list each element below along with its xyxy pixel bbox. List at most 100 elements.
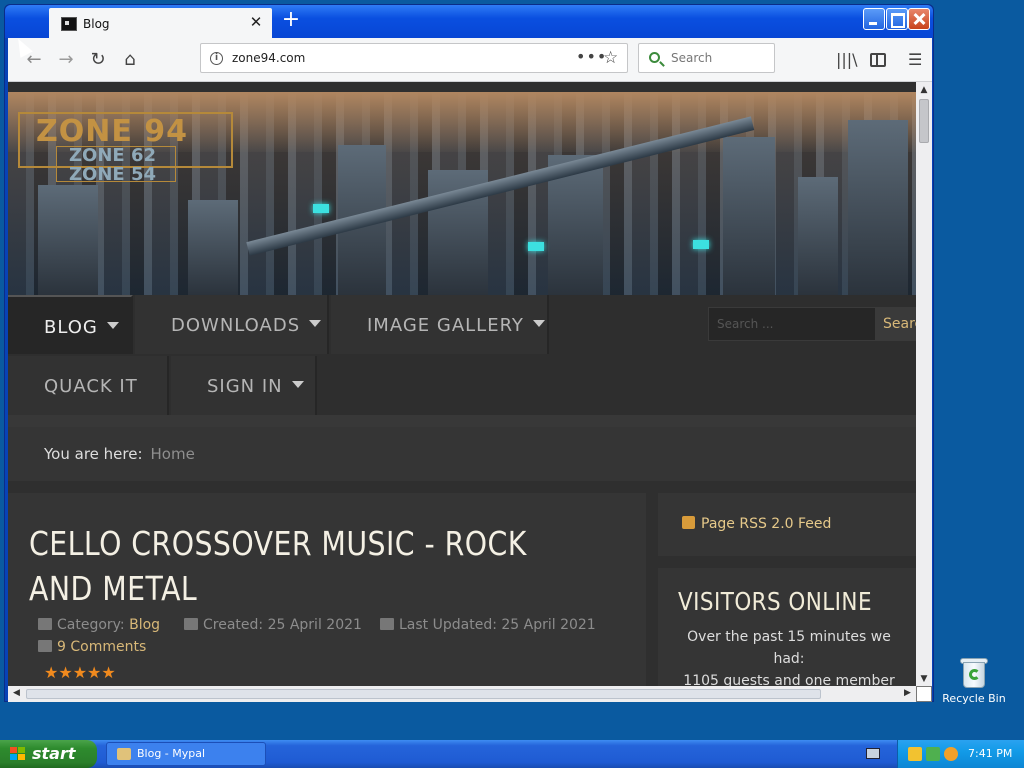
browser-window: Blog ✕ + ← → ↻ ⌂ i zone94.com ••• ☆ Sear…	[4, 4, 934, 702]
reload-button[interactable]: ↻	[86, 48, 110, 72]
rating-stars-icon[interactable]: ★★★★★	[44, 663, 116, 682]
scroll-right-icon[interactable]: ▶	[904, 688, 911, 698]
start-label: start	[32, 744, 76, 763]
nav-item-quack-it[interactable]: QUACK IT	[8, 356, 169, 415]
vertical-scroll-thumb[interactable]	[919, 99, 929, 143]
system-tray: 7:41 PM	[897, 740, 1024, 768]
start-button[interactable]: start	[0, 740, 97, 768]
visitors-line-1: Over the past 15 minutes we had:	[687, 629, 891, 667]
updated-date: Last Updated: 25 April 2021	[399, 617, 596, 633]
recycle-bin-label: Recycle Bin	[942, 692, 1006, 705]
created-date: Created: 25 April 2021	[203, 617, 362, 633]
home-button[interactable]: ⌂	[118, 48, 142, 72]
search-icon	[649, 52, 660, 63]
browser-toolbar: ← → ↻ ⌂ i zone94.com ••• ☆ Search |||\ ☰	[8, 38, 932, 82]
url-text[interactable]: zone94.com	[232, 51, 305, 65]
site-favicon-icon	[61, 17, 77, 31]
forward-button[interactable]: →	[54, 48, 78, 72]
close-window-button[interactable]	[908, 8, 930, 30]
breadcrumb-home: Home	[150, 445, 195, 463]
visitors-title: VISITORS ONLINE	[678, 587, 872, 616]
tab-title: Blog	[83, 17, 110, 31]
breadcrumb-label: You are here:	[44, 445, 143, 463]
article-category: Category: Blog	[38, 617, 160, 633]
search-tray-icon[interactable]	[944, 747, 958, 761]
sidebar-icon[interactable]	[870, 53, 886, 67]
comments-link[interactable]: 9 Comments	[57, 639, 146, 655]
category-link[interactable]: Blog	[129, 617, 160, 633]
security-shield-icon[interactable]	[908, 747, 922, 761]
article: CELLO CROSSOVER MUSIC - ROCK AND METAL C…	[8, 493, 646, 686]
scroll-up-icon[interactable]: ▲	[919, 85, 929, 95]
divider	[8, 415, 916, 427]
article-comments: 9 Comments	[38, 639, 146, 655]
visitors-module: VISITORS ONLINE Over the past 15 minutes…	[658, 568, 916, 686]
logo-main-text: ZONE 94	[36, 114, 189, 149]
caret-down-icon	[309, 320, 322, 327]
visitors-line-2: 1105 guests and one member	[683, 673, 895, 686]
nav-label-downloads: DOWNLOADS	[171, 315, 301, 336]
rss-module: Page RSS 2.0 Feed	[658, 493, 916, 556]
task-label: Blog - Mypal	[137, 747, 206, 760]
logo-sub-text-1: ZONE 62	[69, 145, 157, 166]
tab-close-icon[interactable]: ✕	[248, 14, 264, 30]
mypal-icon	[117, 748, 131, 760]
rss-label: Page RSS 2.0 Feed	[701, 516, 832, 532]
scrollbar-corner	[916, 686, 932, 702]
recycle-bin-icon	[960, 656, 988, 688]
site-search-input[interactable]: Search ...	[708, 307, 876, 341]
page-content: ZONE 94 ZONE 62 ZONE 54 BLOG DOWNLOADS I…	[8, 82, 916, 686]
windows-logo-icon	[10, 747, 26, 761]
minimize-button[interactable]	[863, 8, 885, 30]
browser-search-input[interactable]: Search	[638, 43, 775, 73]
bookmark-star-icon[interactable]: ☆	[603, 48, 618, 68]
caret-down-icon	[106, 322, 119, 329]
caret-down-icon	[532, 320, 545, 327]
caret-down-icon	[291, 381, 304, 388]
site-info-icon[interactable]: i	[210, 52, 223, 65]
site-nav: BLOG DOWNLOADS IMAGE GALLERY QUACK IT SI…	[8, 295, 916, 415]
address-bar[interactable]: i zone94.com ••• ☆	[200, 43, 628, 73]
article-created: Created: 25 April 2021	[184, 617, 362, 633]
breadcrumb: You are here: Home	[8, 427, 916, 481]
maximize-button[interactable]	[886, 8, 908, 30]
nav-label-quack-it: QUACK IT	[44, 376, 138, 397]
visitors-text: Over the past 15 minutes we had: 1105 gu…	[672, 626, 906, 686]
title-bar[interactable]: Blog ✕ +	[5, 5, 933, 39]
category-label: Category:	[57, 617, 125, 633]
library-icon[interactable]: |||\	[836, 50, 858, 69]
article-title[interactable]: CELLO CROSSOVER MUSIC - ROCK AND METAL	[29, 521, 528, 611]
logo-sub-text-2: ZONE 54	[69, 164, 157, 185]
scroll-down-icon[interactable]: ▼	[919, 674, 929, 684]
vertical-scrollbar[interactable]: ▲ ▼	[916, 82, 932, 687]
nav-item-sign-in[interactable]: SIGN IN	[171, 356, 317, 415]
scroll-left-icon[interactable]: ◀	[13, 688, 20, 698]
nav-item-downloads[interactable]: DOWNLOADS	[135, 295, 329, 354]
nav-item-blog[interactable]: BLOG	[8, 295, 133, 354]
comment-icon	[38, 640, 52, 652]
horizontal-scrollbar[interactable]: ◀ ▶	[8, 686, 916, 702]
nav-label-sign-in: SIGN IN	[207, 376, 283, 397]
site-search-button[interactable]: Search	[876, 307, 916, 341]
nav-label-image-gallery: IMAGE GALLERY	[367, 315, 524, 336]
tab-blog[interactable]: Blog ✕	[49, 8, 272, 39]
folder-icon	[38, 618, 52, 630]
site-search-placeholder: Search ...	[717, 317, 774, 331]
calendar-icon	[380, 618, 394, 630]
recycle-bin[interactable]: Recycle Bin	[942, 656, 1006, 705]
nav-label-blog: BLOG	[44, 317, 98, 338]
keyboard-icon[interactable]	[866, 748, 880, 759]
article-updated: Last Updated: 25 April 2021	[380, 617, 596, 633]
horizontal-scroll-thumb[interactable]	[26, 689, 821, 699]
taskbar: start Blog - Mypal 7:41 PM	[0, 740, 1024, 768]
taskbar-item-mypal[interactable]: Blog - Mypal	[106, 742, 266, 766]
network-icon[interactable]	[926, 747, 940, 761]
rss-link[interactable]: Page RSS 2.0 Feed	[682, 516, 831, 532]
rss-icon	[682, 516, 695, 529]
site-logo-secondary: ZONE 62 ZONE 54	[56, 145, 176, 185]
nav-item-image-gallery[interactable]: IMAGE GALLERY	[331, 295, 549, 354]
new-tab-button[interactable]: +	[279, 9, 303, 33]
hamburger-menu-icon[interactable]: ☰	[908, 50, 922, 69]
calendar-icon	[184, 618, 198, 630]
header-banner-image: ZONE 94 ZONE 62 ZONE 54	[8, 92, 916, 295]
